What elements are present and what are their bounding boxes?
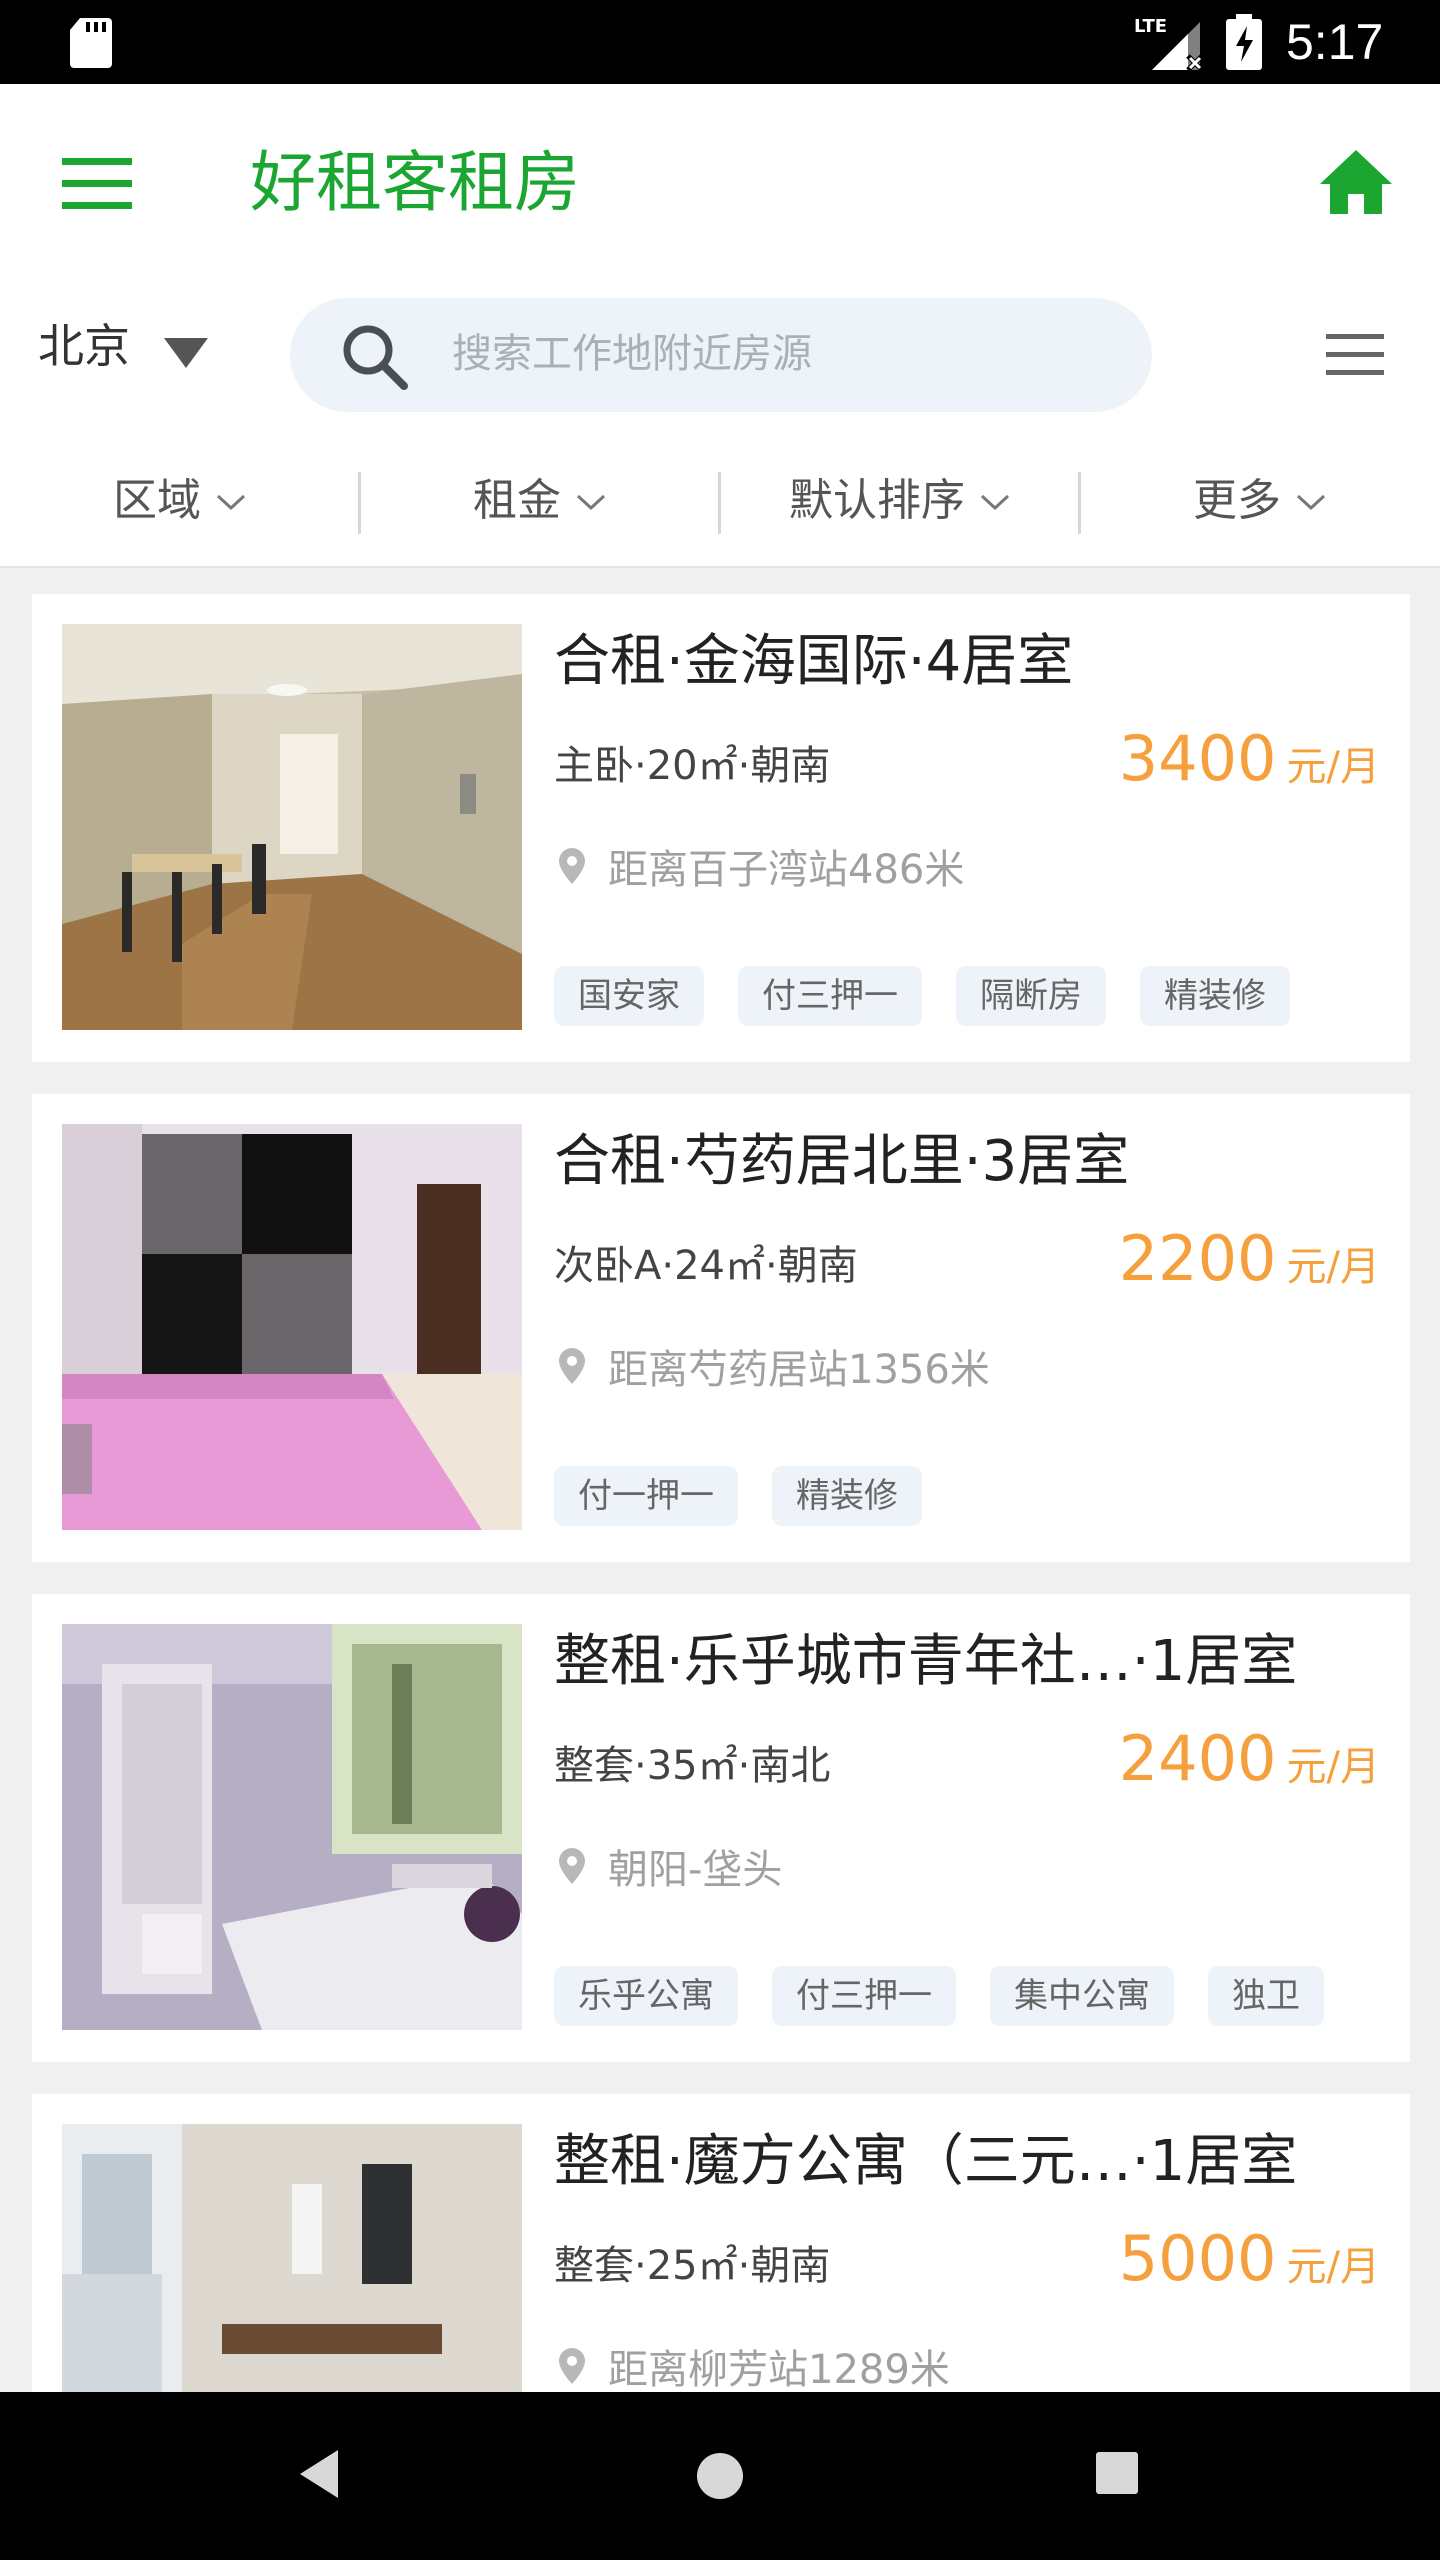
listing-spec: 整套·25㎡·朝南	[554, 2243, 831, 2289]
home-circle-icon[interactable]	[696, 2452, 744, 2500]
listing-tags: 国安家 付三押一 隔断房 精装修	[554, 966, 1324, 1026]
price-unit: 元/月	[1286, 1244, 1380, 1290]
page-title: 好租客租房	[250, 144, 580, 221]
location-pin-icon	[559, 1348, 585, 1384]
location-pin-icon	[559, 1848, 585, 1884]
back-icon[interactable]	[298, 2448, 342, 2500]
listing-location: 朝阳-垡头	[554, 1836, 782, 1896]
status-bar: LTE 5:17	[0, 0, 1440, 84]
listing-photo	[62, 1124, 522, 1530]
filter-sort[interactable]: 默认排序	[720, 464, 1080, 528]
city-selector[interactable]: 北京	[38, 316, 130, 376]
filter-rent[interactable]: 租金	[360, 464, 720, 528]
svg-text:LTE: LTE	[1134, 16, 1167, 37]
listing-spec: 整套·35㎡·南北	[554, 1743, 831, 1789]
tag: 隔断房	[956, 966, 1106, 1026]
filter-bar: 区域 租金 默认排序 更多	[0, 424, 1440, 568]
location-pin-icon	[559, 848, 585, 884]
filter-rent-label: 租金	[473, 475, 561, 526]
listing-price: 2400 元/月	[1119, 1714, 1380, 1804]
filter-area[interactable]: 区域	[0, 464, 360, 528]
listing-price: 3400 元/月	[1119, 714, 1380, 804]
tag: 精装修	[1140, 966, 1290, 1026]
listing-tags: 乐乎公寓 付三押一 集中公寓 独卫	[554, 1966, 1358, 2026]
status-time: 5:17	[1286, 14, 1384, 70]
listing-card[interactable]: 整租·乐乎城市青年社…·1居室 整套·35㎡·南北 2400 元/月 朝阳-垡头 …	[32, 1594, 1410, 2062]
listing-card[interactable]: 合租·芍药居北里·3居室 次卧A·24㎡·朝南 2200 元/月 距离芍药居站13…	[32, 1094, 1410, 1562]
listing-price: 5000 元/月	[1119, 2214, 1380, 2304]
home-icon[interactable]	[1320, 148, 1392, 216]
price-unit: 元/月	[1286, 2244, 1380, 2290]
price-unit: 元/月	[1286, 1744, 1380, 1790]
app-bar: 好租客租房	[0, 84, 1440, 284]
listing-location: 距离芍药居站1356米	[554, 1336, 990, 1396]
listing-tags: 付一押一 精装修	[554, 1466, 956, 1526]
tag: 付三押一	[772, 1966, 956, 2026]
filter-area-label: 区域	[113, 475, 201, 526]
tag: 付一押一	[554, 1466, 738, 1526]
location-text: 朝阳-垡头	[608, 1847, 783, 1893]
menu-icon[interactable]	[62, 156, 132, 212]
price-value: 2400	[1118, 1722, 1277, 1795]
price-value: 3400	[1118, 722, 1277, 795]
listing-spec: 主卧·20㎡·朝南	[554, 743, 831, 789]
tag: 付三押一	[738, 966, 922, 1026]
caret-down-icon[interactable]	[164, 338, 208, 368]
filter-more-label: 更多	[1193, 475, 1281, 526]
listing-price: 2200 元/月	[1119, 1214, 1380, 1304]
listing-title: 整租·乐乎城市青年社…·1居室	[554, 1629, 1298, 1694]
search-placeholder: 搜索工作地附近房源	[452, 331, 812, 377]
price-value: 2200	[1118, 1222, 1277, 1295]
search-input[interactable]: 搜索工作地附近房源	[290, 298, 1152, 412]
tag: 精装修	[772, 1466, 922, 1526]
recents-icon[interactable]	[1096, 2452, 1138, 2494]
filter-more[interactable]: 更多	[1080, 464, 1440, 528]
price-value: 5000	[1118, 2222, 1277, 2295]
chevron-down-icon	[980, 494, 1010, 511]
sd-card-icon	[70, 18, 112, 68]
listing-photo	[62, 1624, 522, 2030]
search-icon	[343, 325, 408, 390]
filter-sort-label: 默认排序	[789, 475, 965, 526]
tag: 国安家	[554, 966, 704, 1026]
search-row: 北京 搜索工作地附近房源	[0, 284, 1440, 424]
list-view-icon[interactable]	[1326, 332, 1384, 378]
listing-photo	[62, 624, 522, 1030]
listing-title: 合租·金海国际·4居室	[554, 629, 1074, 694]
listing-title: 整租·魔方公寓（三元…·1居室	[554, 2129, 1298, 2194]
listing-title: 合租·芍药居北里·3居室	[554, 1129, 1130, 1194]
system-nav-bar	[0, 2392, 1440, 2560]
location-text: 距离柳芳站1289米	[608, 2347, 950, 2393]
chevron-down-icon	[576, 494, 606, 511]
tag: 独卫	[1208, 1966, 1324, 2026]
location-text: 距离芍药居站1356米	[608, 1347, 990, 1393]
listing-spec: 次卧A·24㎡·朝南	[554, 1243, 858, 1289]
listing-card[interactable]: 合租·金海国际·4居室 主卧·20㎡·朝南 3400 元/月 距离百子湾站486米…	[32, 594, 1410, 1062]
battery-charging-icon	[1226, 14, 1262, 70]
location-text: 距离百子湾站486米	[608, 847, 965, 893]
location-pin-icon	[559, 2348, 585, 2384]
price-unit: 元/月	[1286, 744, 1380, 790]
lte-signal-icon: LTE	[1134, 16, 1204, 70]
listing-location: 距离百子湾站486米	[554, 836, 964, 896]
chevron-down-icon	[216, 494, 246, 511]
tag: 集中公寓	[990, 1966, 1174, 2026]
listing-location: 距离柳芳站1289米	[554, 2336, 950, 2396]
chevron-down-icon	[1296, 494, 1326, 511]
tag: 乐乎公寓	[554, 1966, 738, 2026]
